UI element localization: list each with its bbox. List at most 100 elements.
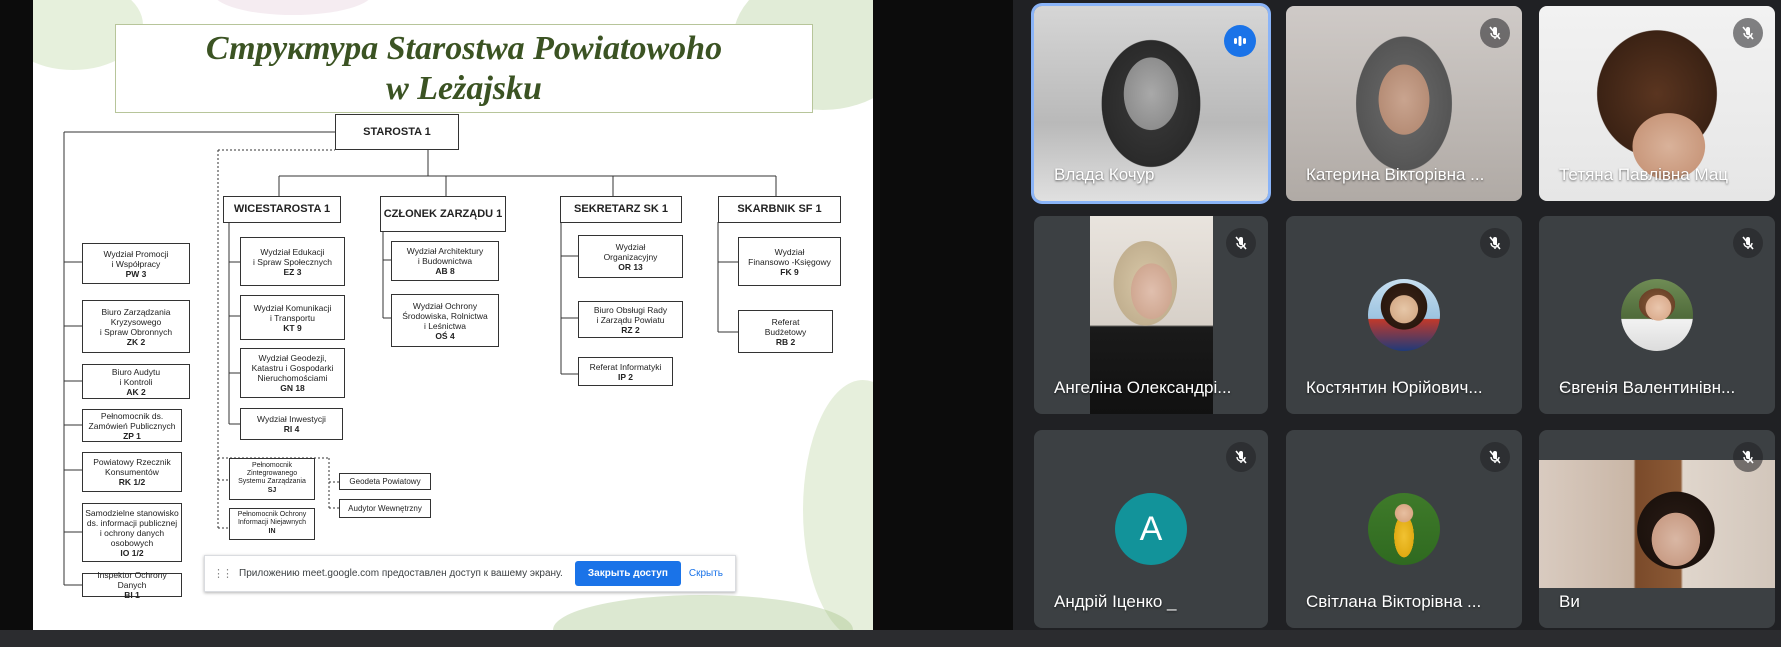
- org-box-name: Pełnomocnik Ochrony Informacji Niejawnyc…: [237, 511, 307, 526]
- participant-name: Влада Кочур: [1054, 165, 1155, 184]
- org-box-code: GN 18: [280, 383, 305, 393]
- participant-name: Тетяна Павлівна Мац: [1559, 165, 1729, 184]
- org-box-rb: Referat Budżetowy RB 2: [738, 310, 833, 353]
- org-box-pw: Wydział Promocji i Współpracy PW 3: [82, 243, 190, 284]
- participant-tile[interactable]: Ангеліна Олександрі...: [1034, 216, 1268, 414]
- org-box-sj: Pełnomocnik Zintegrowanego Systemu Zarzą…: [229, 458, 315, 500]
- org-box-code: OR 13: [618, 261, 643, 272]
- org-box-ak: Biuro Audytu i Kontroli AK 2: [82, 364, 190, 399]
- org-box-code: RB 2: [775, 336, 796, 347]
- mic-off-icon: [1480, 442, 1510, 472]
- org-box-label: SKARBNIK SF 1: [737, 203, 822, 215]
- org-box-zk: Biuro Zarządzania Kryzysowego i Spraw Ob…: [82, 300, 190, 353]
- org-box-code: AB 8: [435, 266, 455, 276]
- participant-name: Андрій Іценко _: [1054, 592, 1177, 611]
- org-box-name: Wydział Architektury i Budownictwa: [406, 246, 484, 266]
- org-box-gn: Wydział Geodezji, Katastru i Gospodarki …: [240, 348, 345, 398]
- org-box-code: OŚ 4: [435, 330, 455, 341]
- org-box-name: Pełnomocnik ds. Zamówień Publicznych: [88, 410, 176, 431]
- participant-name: Євгенія Валентинівн...: [1559, 378, 1736, 397]
- org-box-label: SEKRETARZ SK 1: [574, 203, 668, 215]
- presentation-area: Структура Starostwa Powiatowoho w Leżajs…: [0, 0, 1013, 630]
- org-box-kt: Wydział Komunikacji i Transportu KT 9: [240, 295, 345, 340]
- share-notification-text: Приложению meet.google.com предоставлен …: [239, 568, 563, 579]
- participant-video: [1539, 460, 1775, 588]
- org-box-code: PW 3: [125, 268, 147, 279]
- org-box-name: Wydział Promocji i Współpracy: [103, 248, 169, 269]
- participant-name: Ви: [1559, 592, 1580, 611]
- stop-sharing-button[interactable]: Закрыть доступ: [574, 561, 681, 586]
- avatar: A: [1115, 493, 1187, 565]
- org-box-code: RK 1/2: [118, 477, 146, 487]
- hide-notification-button[interactable]: Скрыть: [689, 568, 723, 579]
- org-box-code: SJ: [267, 487, 277, 494]
- org-box-code: IO 1/2: [120, 547, 144, 558]
- participant-tile[interactable]: Світлана Вікторівна ...: [1286, 430, 1522, 628]
- org-box-label: STAROSTA 1: [363, 125, 431, 138]
- mic-off-icon: [1733, 442, 1763, 472]
- org-box-fk: Wydział Finansowo -Księgowy FK 9: [738, 237, 841, 286]
- org-box-code: RI 4: [283, 424, 300, 434]
- participant-tile[interactable]: Тетяна Павлівна Мац: [1539, 6, 1775, 201]
- avatar: [1621, 279, 1693, 351]
- org-box-name: Referat Informatyki: [589, 361, 662, 372]
- org-box-name: Biuro Obsługi Rady i Zarządu Powiatu: [593, 304, 668, 325]
- org-box-label: WICESTAROSTA 1: [233, 203, 331, 215]
- org-box-ip: Referat Informatyki IP 2: [578, 357, 673, 386]
- org-box-rk: Powiatowy Rzecznik Konsumentów RK 1/2: [82, 452, 182, 492]
- org-box-code: ZP 1: [123, 430, 141, 441]
- mic-off-icon: [1226, 442, 1256, 472]
- participant-name: Світлана Вікторівна ...: [1306, 592, 1482, 611]
- org-box-ez: Wydział Edukacji i Spraw Społecznych EZ …: [240, 237, 345, 286]
- participant-tile[interactable]: Влада Кочур: [1034, 6, 1268, 201]
- org-box-audytor: Audytor Wewnętrzny: [339, 499, 431, 518]
- audio-level-icon: [1224, 25, 1256, 57]
- org-box-name: Geodeta Powiatowy: [349, 476, 421, 486]
- participant-name: Ангеліна Олександрі...: [1054, 378, 1232, 397]
- participant-tile[interactable]: A Андрій Іценко _: [1034, 430, 1268, 628]
- org-box-name: Audytor Wewnętrzny: [348, 503, 422, 513]
- participant-name: Катерина Вікторівна ...: [1306, 165, 1485, 184]
- org-box-label: CZŁONEK ZARZĄDU 1: [383, 207, 503, 220]
- participant-tile[interactable]: Катерина Вікторівна ...: [1286, 6, 1522, 201]
- org-box-name: Wydział Organizacyjny: [603, 241, 658, 262]
- org-box-bi: Inspektor Ochrony Danych BI 1: [82, 570, 182, 600]
- org-box-code: EZ 3: [283, 266, 302, 277]
- org-box-name: Wydział Geodezji, Katastru i Gospodarki …: [251, 353, 334, 383]
- screen-share-notification: ⋮⋮ Приложению meet.google.com предоставл…: [204, 555, 736, 592]
- org-box-code: IP 2: [618, 371, 633, 382]
- org-box-code: AK 2: [126, 386, 146, 397]
- org-box-name: Samodzielne stanowisko ds. informacji pu…: [85, 507, 179, 548]
- org-box-name: Inspektor Ochrony Danych: [97, 570, 167, 590]
- mic-off-icon: [1733, 228, 1763, 258]
- org-box-ri: Wydział Inwestycji RI 4: [240, 408, 343, 440]
- mic-off-icon: [1226, 228, 1256, 258]
- bottom-strip: [0, 630, 1781, 647]
- org-box-geodeta: Geodeta Powiatowy: [339, 473, 431, 490]
- org-box-name: Pełnomocnik Zintegrowanego Systemu Zarzą…: [238, 462, 306, 485]
- mic-off-icon: [1480, 228, 1510, 258]
- drag-handle-icon[interactable]: ⋮⋮: [213, 567, 233, 580]
- org-box-in: Pełnomocnik Ochrony Informacji Niejawnyc…: [229, 508, 315, 540]
- org-box-name: Biuro Zarządzania Kryzysowego i Spraw Ob…: [99, 306, 173, 337]
- org-box-sekretarz: SEKRETARZ SK 1: [560, 196, 682, 223]
- org-box-name: Powiatowy Rzecznik Konsumentów: [93, 457, 171, 477]
- meet-window: Структура Starostwa Powiatowoho w Leżajs…: [0, 0, 1781, 647]
- participant-name: Костянтин Юрійович...: [1306, 378, 1483, 397]
- org-box-rz: Biuro Obsługi Rady i Zarządu Powiatu RZ …: [578, 301, 683, 338]
- mic-off-icon: [1733, 18, 1763, 48]
- org-box-name: Biuro Audytu i Kontroli: [111, 366, 161, 387]
- org-box-ab: Wydział Architektury i Budownictwa AB 8: [391, 241, 499, 281]
- avatar: [1368, 279, 1440, 351]
- org-box-zp: Pełnomocnik ds. Zamówień Publicznych ZP …: [82, 409, 182, 442]
- org-box-or: Wydział Organizacyjny OR 13: [578, 235, 683, 278]
- participant-tile[interactable]: Євгенія Валентинівн...: [1539, 216, 1775, 414]
- participant-tile[interactable]: Костянтин Юрійович...: [1286, 216, 1522, 414]
- org-box-name: Wydział Inwestycji: [257, 414, 326, 424]
- org-box-skarbnik: SKARBNIK SF 1: [718, 196, 841, 223]
- org-box-name: Referat Budżetowy: [764, 316, 807, 337]
- org-box-code: FK 9: [780, 266, 799, 277]
- org-box-code: BI 1: [124, 590, 140, 600]
- org-box-starosta: STAROSTA 1: [335, 114, 459, 150]
- participant-tile[interactable]: Ви: [1539, 430, 1775, 628]
